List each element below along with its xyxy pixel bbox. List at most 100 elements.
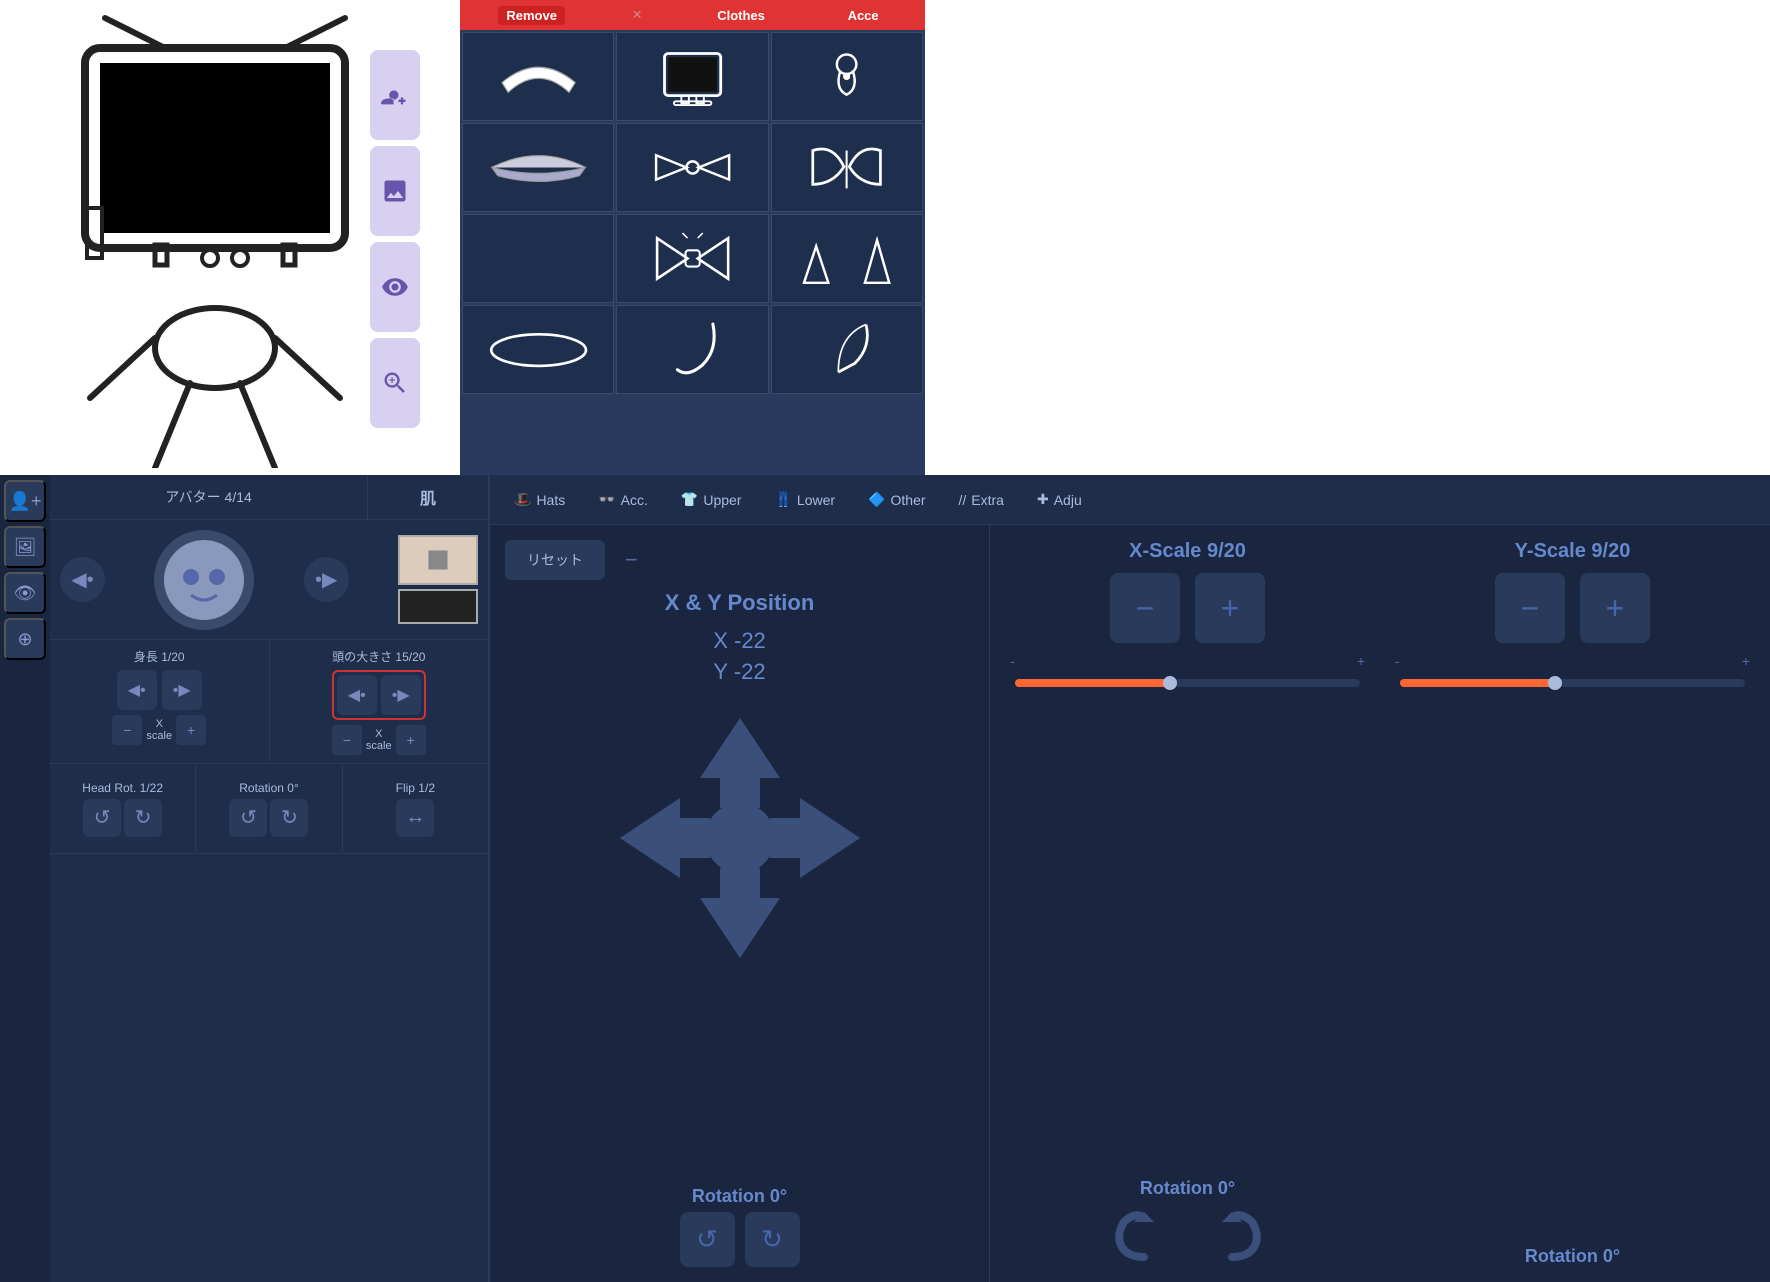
x-scale-track: [1015, 679, 1360, 687]
acc-item-11[interactable]: [616, 305, 768, 394]
content-area: リセット − X & Y Position X -22 Y -22: [490, 525, 1770, 1282]
acc-icon-boat: [486, 46, 591, 107]
x-rotation-dials: [1104, 1207, 1272, 1267]
acc-icon: 👓: [598, 491, 615, 508]
zoom-in-icon: [381, 369, 409, 397]
y-scale-plus-button[interactable]: +: [1580, 573, 1650, 643]
x-rotation-section: Rotation 0°: [1104, 1178, 1272, 1267]
acc-tab-remove[interactable]: Remove: [498, 6, 565, 25]
flip-button[interactable]: ↔: [396, 799, 434, 837]
acc-item-12[interactable]: [771, 305, 923, 394]
acc-icon-feather: [794, 319, 899, 380]
y-scale-plus-label: +: [1742, 653, 1750, 669]
tab-hats[interactable]: 🎩 Hats: [500, 485, 579, 514]
head-increase-button[interactable]: •▶: [381, 675, 421, 715]
lower-icon: 👖: [774, 491, 791, 508]
dpad-left-shape: [620, 798, 710, 878]
y-scale-thumb[interactable]: [1548, 676, 1562, 690]
x-value: X -22: [713, 626, 766, 657]
acc-icon-hook: [640, 319, 745, 380]
reset-button[interactable]: リセット: [505, 540, 605, 580]
y-scale-title: Y-Scale 9/20: [1515, 540, 1631, 563]
rotation-bottom-controls: ↺ ↻: [680, 1212, 800, 1267]
y-scale-minus-label: -: [1395, 653, 1400, 669]
height-scale-minus[interactable]: −: [112, 715, 142, 745]
head-scale-minus[interactable]: −: [332, 725, 362, 755]
x-scale-thumb[interactable]: [1163, 676, 1177, 690]
sidebar-bottom: 👤+ 🖼 👁 ⊕: [0, 475, 50, 1282]
height-scale-label: Xscale: [146, 718, 172, 742]
head-rot-group: Head Rot. 1/22 ↺ ↻: [50, 764, 196, 853]
acc-item-8[interactable]: [616, 214, 768, 303]
tab-extra[interactable]: // Extra: [945, 486, 1018, 514]
height-increase-button[interactable]: •▶: [162, 670, 202, 710]
avatar-prev-button[interactable]: ◀•: [60, 557, 105, 602]
acc-item-1[interactable]: [462, 32, 614, 121]
acc-item-3[interactable]: [771, 32, 923, 121]
sidebar-bottom-btn-3[interactable]: 👁: [4, 572, 46, 614]
acc-item-4[interactable]: [462, 123, 614, 212]
reset-label: リセット: [527, 550, 583, 570]
acc-item-9[interactable]: [771, 214, 923, 303]
tab-other[interactable]: 🔷 Other: [854, 485, 939, 514]
y-scale-minus-button[interactable]: −: [1495, 573, 1565, 643]
y-scale-buttons: − +: [1495, 573, 1650, 643]
image-button[interactable]: [370, 146, 420, 236]
head-rot-left-button[interactable]: ↺: [83, 799, 121, 837]
tab-upper[interactable]: 👕 Upper: [667, 485, 756, 514]
avatar-next-button[interactable]: •▶: [304, 557, 349, 602]
tab-adjust[interactable]: ✚ Adju: [1023, 485, 1096, 514]
rotation-group: Rotation 0° ↺ ↻: [196, 764, 342, 853]
y-scale-slider[interactable]: [1390, 679, 1755, 687]
eye-button[interactable]: [370, 242, 420, 332]
acc-item-5[interactable]: [616, 123, 768, 212]
height-scale-plus[interactable]: +: [176, 715, 206, 745]
acc-item-10[interactable]: [462, 305, 614, 394]
x-rotation-title: Rotation 0°: [1140, 1178, 1235, 1199]
height-decrease-button[interactable]: ◀•: [117, 670, 157, 710]
x-scale-minus-button[interactable]: −: [1110, 573, 1180, 643]
extra-label: Extra: [971, 492, 1004, 508]
sidebar-bottom-btn-2[interactable]: 🖼: [4, 526, 46, 568]
head-scale-control: − Xscale +: [332, 725, 426, 755]
acc-item-6[interactable]: [771, 123, 923, 212]
sidebar-bottom-btn-4[interactable]: ⊕: [4, 618, 46, 660]
rotation-left-button[interactable]: ↺: [229, 799, 267, 837]
position-panel: リセット − X & Y Position X -22 Y -22: [490, 525, 990, 1282]
head-arrows-highlighted: ◀• •▶: [332, 670, 426, 720]
acc-item-2[interactable]: [616, 32, 768, 121]
x-scale-plus-button[interactable]: +: [1195, 573, 1265, 643]
height-label: 身長 1/20: [134, 648, 185, 665]
adjust-icon: ✚: [1037, 491, 1049, 508]
acc-tab-acce[interactable]: Acce: [840, 6, 887, 25]
sidebar-top: [370, 50, 425, 428]
y-rotation-section: Rotation 0°: [1525, 1246, 1620, 1267]
head-scale-plus[interactable]: +: [396, 725, 426, 755]
head-decrease-button[interactable]: ◀•: [337, 675, 377, 715]
acc-item-7[interactable]: [462, 214, 614, 303]
xy-values: X -22 Y -22: [713, 626, 766, 688]
flip-arrows: ↔: [396, 799, 434, 837]
height-head-controls: 身長 1/20 ◀• •▶ − Xscale + 頭の大きさ 15/20 ◀• …: [50, 640, 488, 764]
tab-lower[interactable]: 👖 Lower: [760, 485, 849, 514]
skin-color-box[interactable]: [398, 535, 478, 585]
rotation-right-button[interactable]: ↻: [270, 799, 308, 837]
acc-tab-clothes[interactable]: Clothes: [709, 6, 773, 25]
head-rot-right-button[interactable]: ↻: [124, 799, 162, 837]
acc-icon-bowtie: [640, 137, 745, 198]
rotation-dial-2-svg: [1192, 1207, 1272, 1267]
hats-icon: 🎩: [514, 491, 531, 508]
rotation-bottom-ccw-button[interactable]: ↺: [680, 1212, 735, 1267]
dash-separator: −: [625, 547, 638, 573]
adjust-label: Adju: [1054, 492, 1082, 508]
add-user-button[interactable]: [370, 50, 420, 140]
zoom-in-button[interactable]: [370, 338, 420, 428]
rotation-bottom-cw-button[interactable]: ↻: [745, 1212, 800, 1267]
tab-acc[interactable]: 👓 Acc.: [584, 485, 662, 514]
xy-position-section: X & Y Position X -22 Y -22: [505, 590, 974, 688]
sidebar-bottom-btn-1[interactable]: 👤+: [4, 480, 46, 522]
skin-color-dark-box[interactable]: [398, 589, 478, 624]
x-scale-slider[interactable]: [1005, 679, 1370, 687]
upper-label: Upper: [703, 492, 741, 508]
y-scale-group: Y-Scale 9/20 − + - +: [1390, 540, 1755, 1267]
